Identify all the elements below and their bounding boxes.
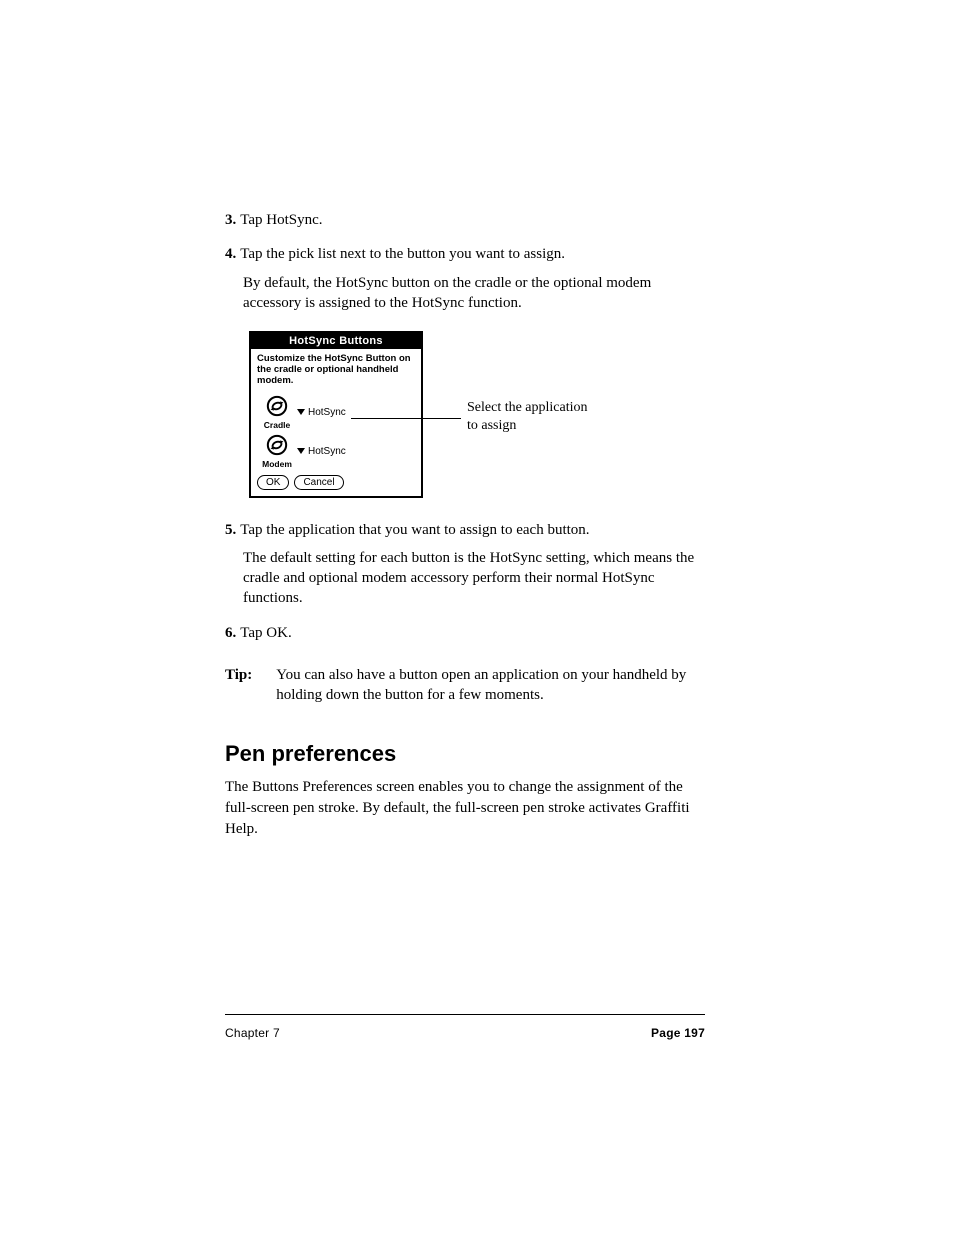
dropdown-arrow-icon xyxy=(297,448,305,454)
modem-row: Modem HotSync xyxy=(257,434,415,469)
tip-block: Tip: You can also have a button open an … xyxy=(225,665,705,706)
hotsync-icon xyxy=(257,434,297,459)
cancel-button[interactable]: Cancel xyxy=(294,475,343,490)
modem-picker[interactable]: HotSync xyxy=(297,446,346,457)
pen-preferences-heading: Pen preferences xyxy=(225,741,705,767)
cradle-row: Cradle HotSync xyxy=(257,395,415,430)
modem-label: Modem xyxy=(257,459,297,469)
step-4-text: Tap the pick list next to the button you… xyxy=(240,246,565,262)
step-5-number: 5. xyxy=(225,522,236,538)
step-4-subtext: By default, the HotSync button on the cr… xyxy=(243,273,705,314)
footer-page: Page 197 xyxy=(651,1026,705,1040)
footer-rule xyxy=(225,1014,705,1015)
dialog-title: HotSync Buttons xyxy=(251,333,421,349)
modem-picker-value: HotSync xyxy=(308,446,346,457)
ok-button[interactable]: OK xyxy=(257,475,289,490)
pen-preferences-body: The Buttons Preferences screen enables y… xyxy=(225,777,705,839)
step-3-text: Tap HotSync. xyxy=(240,212,322,228)
hotsync-buttons-dialog: HotSync Buttons Customize the HotSync Bu… xyxy=(249,331,423,498)
callout-text: Select the application to assign xyxy=(467,399,597,435)
tip-label: Tip: xyxy=(225,665,252,685)
cradle-picker[interactable]: HotSync xyxy=(297,407,346,418)
callout-leader-line xyxy=(351,418,461,419)
step-5-subtext: The default setting for each button is t… xyxy=(243,548,705,609)
step-6-text: Tap OK. xyxy=(240,625,291,641)
step-6-number: 6. xyxy=(225,625,236,641)
tip-body: You can also have a button open an appli… xyxy=(276,665,705,706)
footer-chapter: Chapter 7 xyxy=(225,1026,280,1040)
hotsync-icon xyxy=(257,395,297,420)
dropdown-arrow-icon xyxy=(297,409,305,415)
step-3-number: 3. xyxy=(225,212,236,228)
dialog-description: Customize the HotSync Button on the crad… xyxy=(257,353,415,387)
cradle-picker-value: HotSync xyxy=(308,407,346,418)
step-5-text: Tap the application that you want to ass… xyxy=(240,522,589,538)
hotsync-dialog-figure: HotSync Buttons Customize the HotSync Bu… xyxy=(249,331,705,498)
cradle-label: Cradle xyxy=(257,420,297,430)
step-4-number: 4. xyxy=(225,246,236,262)
